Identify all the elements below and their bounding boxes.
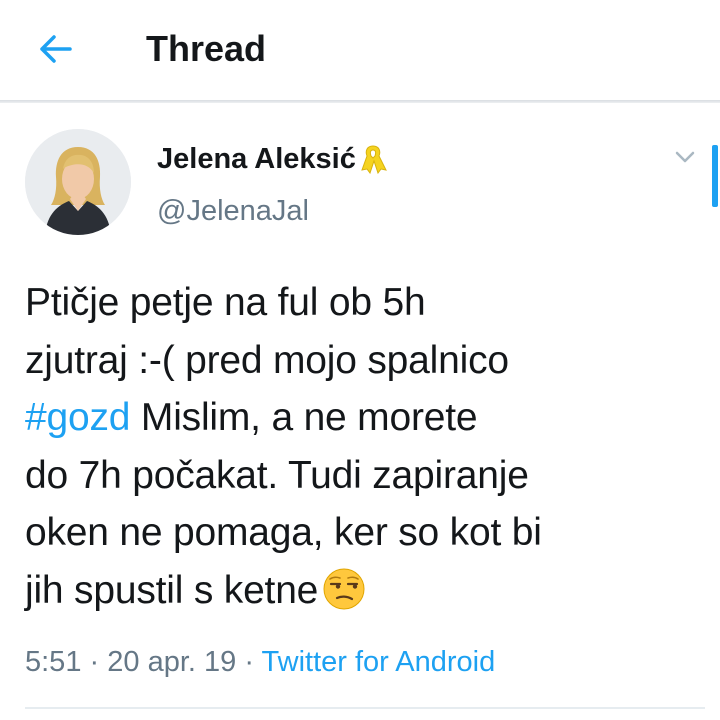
tweet-text-line: Ptičje petje na ful ob 5h: [25, 281, 426, 324]
avatar-photo: [25, 129, 131, 235]
tweet-text-line: zjutraj :-( pred mojo spalnico: [25, 338, 509, 382]
tweet-menu-button[interactable]: [670, 145, 700, 169]
author-handle[interactable]: @JelenaJal: [157, 193, 309, 229]
tweet-text-line: oken ne pomaga, ker so kot bi: [25, 511, 542, 554]
avatar[interactable]: [25, 129, 131, 235]
scrollbar[interactable]: [712, 145, 718, 207]
tweet-text: Ptičje petje na ful ob 5h zjutraj :-( pr…: [25, 274, 705, 619]
hashtag-link[interactable]: #gozd: [25, 396, 130, 439]
tweet-date: 20 apr. 19: [107, 646, 237, 678]
unamused-face-emoji-icon: [323, 568, 365, 609]
tweet-time: 5:51: [25, 646, 82, 678]
tweet-text-segment: Mislim, a ne morete: [130, 396, 478, 439]
yellow-ribbon-icon: [361, 145, 387, 174]
arrow-left-icon: [40, 35, 72, 63]
tweet-source-link[interactable]: Twitter for Android: [262, 646, 496, 678]
tweet: Jelena Aleksić @JelenaJal Ptičje petje n…: [0, 103, 720, 720]
tweet-text-line: do 7h počakat. Tudi zapiranje: [25, 453, 529, 497]
meta-separator: ·: [244, 646, 254, 678]
tweet-text-line: #gozd Mislim, a ne morete: [25, 389, 705, 447]
app-header: Thread: [0, 0, 720, 100]
author-name-text: Jelena Aleksić: [157, 143, 356, 175]
author-display-name[interactable]: Jelena Aleksić: [157, 141, 387, 177]
meta-separator: ·: [89, 646, 100, 678]
tweet-divider: [25, 707, 705, 709]
tweet-meta: 5:51 · 20 apr. 19 · Twitter for Android: [25, 644, 495, 680]
tweet-text-line: jih spustil s ketne: [25, 562, 705, 620]
chevron-down-icon: [675, 151, 695, 163]
page-title: Thread: [146, 28, 267, 69]
back-button[interactable]: [30, 28, 80, 70]
tweet-text-segment: jih spustil s ketne: [25, 568, 319, 612]
